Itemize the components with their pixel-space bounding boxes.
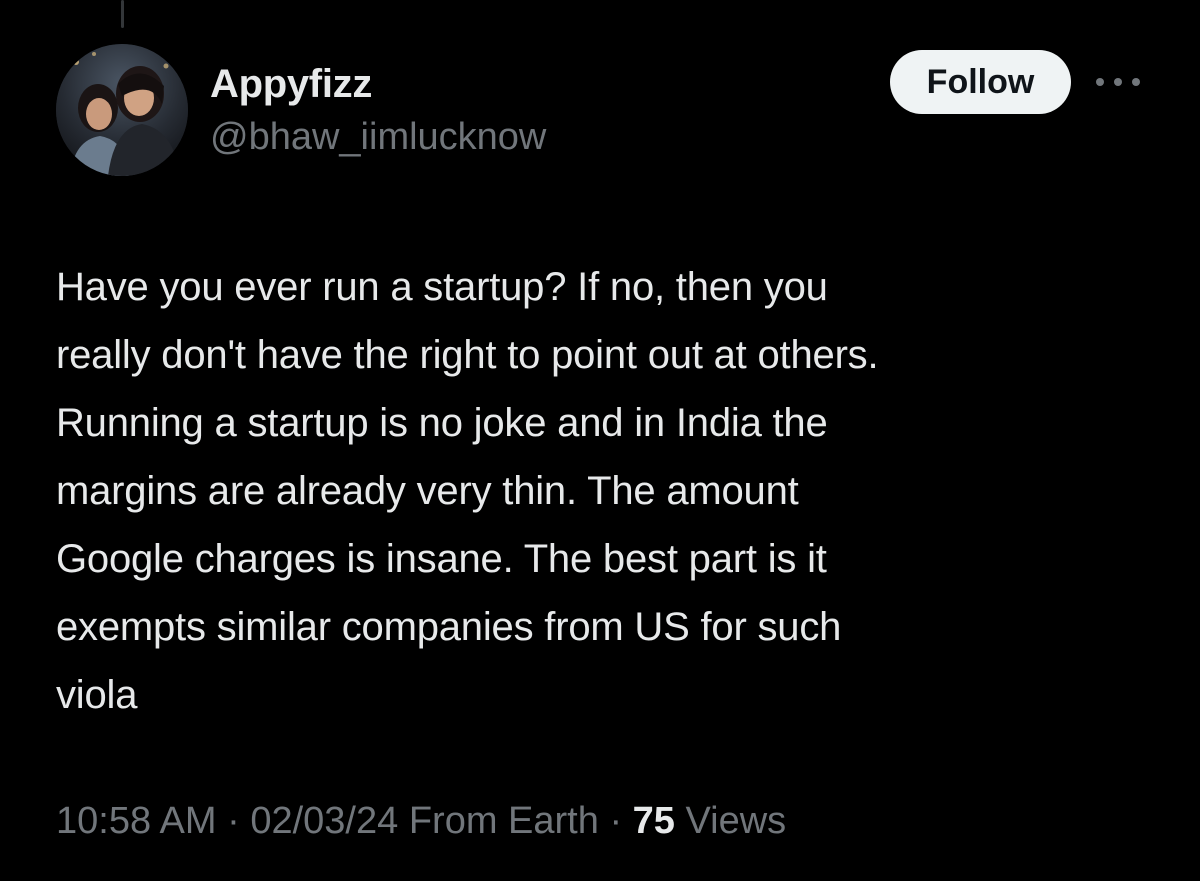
tweet-text-line: viola xyxy=(56,673,138,717)
tweet-text-line: margins are already very thin. The amoun… xyxy=(56,469,799,513)
meta-separator: · xyxy=(227,800,240,842)
tweet-location: From Earth xyxy=(408,800,599,842)
views-count[interactable]: 75 xyxy=(633,800,675,842)
more-dot-1 xyxy=(1096,78,1104,86)
tweet-date[interactable]: 02/03/24 xyxy=(250,800,398,842)
tweet-text-line: Running a startup is no joke and in Indi… xyxy=(56,401,828,445)
more-dot-3 xyxy=(1132,78,1140,86)
follow-button[interactable]: Follow xyxy=(890,50,1071,114)
tweet-text-line: Google charges is insane. The best part … xyxy=(56,537,827,581)
tweet-time[interactable]: 10:58 AM xyxy=(56,800,217,842)
thread-connector-line xyxy=(121,0,124,28)
tweet-text-line: exempts similar companies from US for su… xyxy=(56,605,842,649)
tweet-text-line: Have you ever run a startup? If no, then… xyxy=(56,265,828,309)
tweet-metadata: 10:58 AM · 02/03/24 From Earth · 75 View… xyxy=(56,800,786,843)
tweet-text: Have you ever run a startup? If no, then… xyxy=(56,253,1166,729)
more-horizontal-icon[interactable] xyxy=(1096,70,1140,94)
author-name[interactable]: Appyfizz xyxy=(210,62,372,107)
avatar[interactable] xyxy=(56,44,188,176)
more-dot-2 xyxy=(1114,78,1122,86)
meta-separator: · xyxy=(609,800,623,842)
views-label[interactable]: Views xyxy=(686,800,787,842)
tweet-text-line: really don't have the right to point out… xyxy=(56,333,879,377)
avatar-photo-icon xyxy=(56,44,188,176)
author-handle[interactable]: @bhaw_iimlucknow xyxy=(210,116,546,159)
